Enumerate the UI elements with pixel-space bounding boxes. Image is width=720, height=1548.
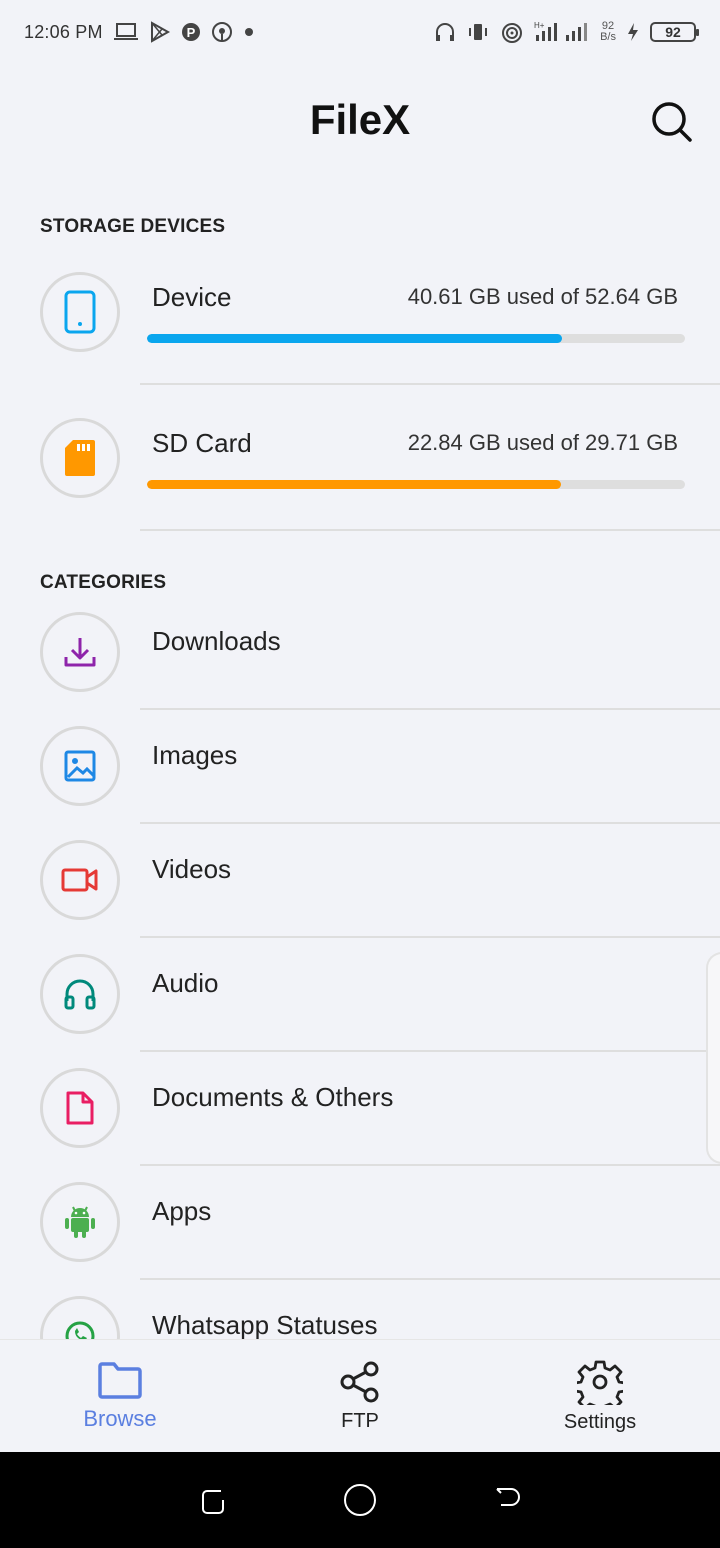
storage-sdcard-usage: 22.84 GB used of 29.71 GB [407,430,678,455]
documents-icon-circle [40,1068,120,1148]
app-header: FileX [0,64,720,176]
system-navigation-bar [0,1452,720,1548]
category-label: Apps [152,1196,212,1226]
images-icon-circle [40,726,120,806]
charging-icon [626,21,640,43]
nav-browse[interactable]: Browse [0,1340,240,1452]
recents-icon [202,1490,225,1514]
document-icon [66,1091,94,1125]
category-downloads[interactable]: Downloads [0,594,720,708]
phone-icon [64,290,96,334]
category-documents[interactable]: Documents & Others [0,1050,720,1164]
apps-icon-circle [40,1182,120,1262]
status-time: 12:06 PM [24,21,103,42]
divider [140,529,720,531]
storage-section-label: STORAGE DEVICES [40,216,226,237]
recents-button[interactable] [193,1480,233,1520]
p-app-icon: P [181,21,201,43]
status-bar-right: H+ 92 B/s 92 [434,21,699,43]
storage-device-name: Device [152,282,232,312]
svg-text:P: P [186,25,195,40]
status-bar: 12:06 PM P H+ 92 B/s 92 [0,0,720,64]
wifi-hotspot-icon [500,21,524,43]
app-title: FileX [309,96,411,143]
category-label: Downloads [152,626,281,656]
android-icon [65,1206,95,1238]
categories-section-label: CATEGORIES [40,572,167,593]
home-button[interactable] [340,1480,380,1520]
divider [140,383,720,385]
category-label: Audio [152,968,219,998]
signal-icon: H+ [534,21,590,43]
network-speed-unit: B/s [600,31,616,43]
battery-indicator: 92 [650,22,699,42]
search-button[interactable] [650,100,694,144]
download-icon [64,638,96,667]
vibrate-icon [466,21,490,43]
storage-device-usage: 40.61 GB used of 52.64 GB [407,284,678,309]
category-label: Images [152,740,238,770]
videos-icon-circle [40,840,120,920]
category-videos[interactable]: Videos [0,822,720,936]
nav-label: FTP [341,1409,379,1432]
edge-panel-handle[interactable] [706,952,720,1164]
audio-icon-circle [40,954,120,1034]
storage-sdcard-name: SD Card [152,428,252,458]
category-whatsapp-statuses[interactable]: Whatsapp Statuses [0,1278,720,1340]
headset-icon [434,21,456,43]
nav-label: Settings [563,1410,637,1433]
category-images[interactable]: Images [0,708,720,822]
play-store-icon [149,21,171,43]
home-icon [343,1484,376,1516]
back-icon [495,1488,520,1506]
category-label: Documents & Others [152,1082,394,1112]
storage-device-progress-fill [147,334,563,343]
downloads-icon-circle [40,612,120,692]
share-icon [340,1361,379,1402]
notification-dot-icon [243,26,255,38]
hotspot-icon [211,21,233,43]
whatsapp-icon [65,1321,95,1340]
category-label: Videos [152,854,232,884]
headphones-icon [64,979,96,1010]
bottom-navigation: Browse FTP Settings [0,1340,720,1452]
nav-ftp[interactable]: FTP [240,1340,480,1452]
search-icon [652,102,692,142]
status-bar-left: 12:06 PM P [24,21,255,43]
storage-sdcard-progress [147,480,685,489]
category-label: Whatsapp Statuses [152,1310,378,1340]
sd-card-icon [65,440,95,476]
nav-label: Browse [83,1406,157,1431]
storage-device-progress [147,334,685,343]
video-icon [61,868,98,892]
storage-sdcard-progress-fill [147,480,561,489]
folder-icon [98,1362,142,1399]
image-icon [64,750,96,782]
nav-settings[interactable]: Settings [480,1340,720,1452]
back-button[interactable] [487,1480,527,1520]
device-icon-circle [40,272,120,352]
network-speed: 92 B/s [600,21,616,43]
category-audio[interactable]: Audio [0,936,720,1050]
svg-text:H+: H+ [534,21,545,30]
sdcard-icon-circle [40,418,120,498]
laptop-icon [113,22,139,42]
whatsapp-icon-circle [40,1296,120,1340]
gear-icon [577,1360,623,1405]
category-apps[interactable]: Apps [0,1164,720,1278]
